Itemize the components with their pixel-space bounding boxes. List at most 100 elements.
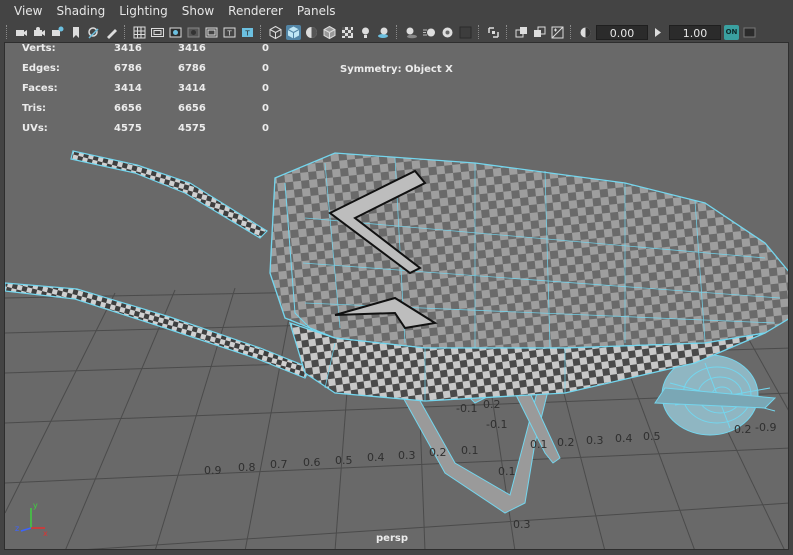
- hud-value: 3414: [114, 83, 142, 94]
- hud-value: 3414: [178, 83, 206, 94]
- axis-gizmo: y z x: [15, 501, 48, 538]
- grid-label: 0.1: [461, 444, 479, 457]
- viewport-menubar: View Shading Lighting Show Renderer Pane…: [0, 0, 793, 22]
- grid-icon[interactable]: [132, 25, 147, 40]
- hud-value: 0: [262, 43, 269, 54]
- viewport-toolbar: T T 0.00 1.00 ON: [0, 22, 793, 42]
- hud-label: UVs:: [22, 123, 48, 134]
- toolbar-separator: [506, 25, 509, 39]
- shadows-icon[interactable]: [376, 25, 391, 40]
- menu-lighting[interactable]: Lighting: [112, 4, 175, 18]
- grid-label: 0.1: [530, 438, 548, 451]
- toolbar-separator: [124, 25, 127, 39]
- color-management-toggle[interactable]: ON: [724, 24, 739, 40]
- resolution-gate-icon[interactable]: [168, 25, 183, 40]
- select-camera-icon[interactable]: [14, 25, 29, 40]
- poly-count-hud: Verts: 3416 3416 0 Edges: 6786 6786 0 Fa…: [5, 43, 788, 143]
- grid-label: 0.2: [483, 398, 501, 411]
- bookmark-icon[interactable]: [50, 25, 65, 40]
- hud-value: 6656: [114, 103, 142, 114]
- hud-value: 0: [262, 83, 269, 94]
- camera-attributes-icon[interactable]: [32, 25, 47, 40]
- hud-value: 6656: [178, 103, 206, 114]
- axis-y-label: y: [33, 501, 38, 510]
- grid-label: 0.2: [429, 446, 447, 459]
- wheelbarrow-handle-top: [70, 150, 268, 239]
- safe-title-icon[interactable]: T: [240, 25, 255, 40]
- xray-icon[interactable]: [340, 25, 355, 40]
- safe-action-icon[interactable]: T: [222, 25, 237, 40]
- grid-label: 0.9: [204, 464, 222, 477]
- motion-blur-icon[interactable]: [422, 25, 437, 40]
- axis-x-label: x: [43, 529, 48, 538]
- camera-name-label: persp: [376, 533, 408, 544]
- film-gate-icon[interactable]: [150, 25, 165, 40]
- exposure-slider-icon: [578, 25, 593, 40]
- hud-value: 4575: [178, 123, 206, 134]
- grid-label: 0.1: [498, 465, 516, 478]
- grid-label: 0.3: [398, 449, 416, 462]
- menu-panels[interactable]: Panels: [290, 4, 343, 18]
- hud-label: Faces:: [22, 83, 58, 94]
- gamma-field[interactable]: 1.00: [669, 24, 721, 40]
- toolbar-separator: [6, 25, 9, 39]
- multisample-antialiasing-icon[interactable]: [440, 25, 455, 40]
- hud-value: 0: [262, 123, 269, 134]
- grid-label: 0.2: [734, 423, 752, 436]
- grid-label: 0.8: [238, 461, 256, 474]
- grid-label: -0.1: [456, 402, 478, 415]
- grid-label: 0.6: [303, 456, 321, 469]
- toolbar-separator: [396, 25, 399, 39]
- hud-label: Tris:: [22, 103, 47, 114]
- toolbar-separator: [478, 25, 481, 39]
- hud-value: 6786: [114, 63, 142, 74]
- isolate-select-icon[interactable]: [486, 25, 501, 40]
- default-material-icon[interactable]: [304, 25, 319, 40]
- grid-label: 0.4: [615, 432, 633, 445]
- use-all-lights-icon[interactable]: [358, 25, 373, 40]
- symmetry-indicator: Symmetry: Object X: [340, 64, 453, 75]
- hud-label: Edges:: [22, 63, 60, 74]
- exposure-icon[interactable]: [550, 25, 565, 40]
- hud-value: 3416: [178, 43, 206, 54]
- hud-value: 4575: [114, 123, 142, 134]
- hud-value: 3416: [114, 43, 142, 54]
- grid-label: 0.3: [586, 434, 604, 447]
- menu-view[interactable]: View: [0, 4, 49, 18]
- wireframe-icon[interactable]: [268, 25, 283, 40]
- depth-of-field-icon[interactable]: [458, 25, 473, 40]
- grid-label: 0.3: [513, 518, 531, 531]
- perspective-viewport[interactable]: Verts: 3416 3416 0 Edges: 6786 6786 0 Fa…: [4, 42, 789, 550]
- wireframe-on-shaded-icon[interactable]: [322, 25, 337, 40]
- gate-mask-icon[interactable]: [186, 25, 201, 40]
- grid-label: -0.1: [486, 418, 508, 431]
- view-transform-icon[interactable]: [742, 25, 757, 40]
- field-chart-icon[interactable]: [204, 25, 219, 40]
- exposure-field[interactable]: 0.00: [596, 24, 648, 40]
- grid-label: 0.2: [557, 436, 575, 449]
- menu-renderer[interactable]: Renderer: [221, 4, 290, 18]
- menu-shading[interactable]: Shading: [49, 4, 112, 18]
- hud-value: 0: [262, 103, 269, 114]
- hud-label: Verts:: [22, 43, 56, 54]
- axis-z-label: z: [15, 524, 19, 533]
- hud-value: 6786: [178, 63, 206, 74]
- menu-show[interactable]: Show: [175, 4, 221, 18]
- svg-text:T: T: [226, 29, 232, 37]
- grid-label: -0.9: [755, 421, 777, 434]
- grid-label: 0.5: [335, 454, 353, 467]
- screen-space-ambient-occlusion-icon[interactable]: [404, 25, 419, 40]
- xray-joints-icon[interactable]: [514, 25, 529, 40]
- toolbar-separator: [570, 25, 573, 39]
- image-plane-icon[interactable]: [68, 25, 83, 40]
- hud-value: 0: [262, 63, 269, 74]
- toolbar-separator: [260, 25, 263, 39]
- smooth-shade-all-icon[interactable]: [286, 24, 301, 40]
- svg-text:T: T: [244, 29, 250, 37]
- grid-label: 0.7: [270, 458, 288, 471]
- xray-active-components-icon[interactable]: [532, 25, 547, 40]
- gamma-icon: [651, 25, 666, 40]
- 2d-pan-zoom-icon[interactable]: [86, 25, 101, 40]
- grease-pencil-icon[interactable]: [104, 25, 119, 40]
- grid-label: 0.4: [367, 451, 385, 464]
